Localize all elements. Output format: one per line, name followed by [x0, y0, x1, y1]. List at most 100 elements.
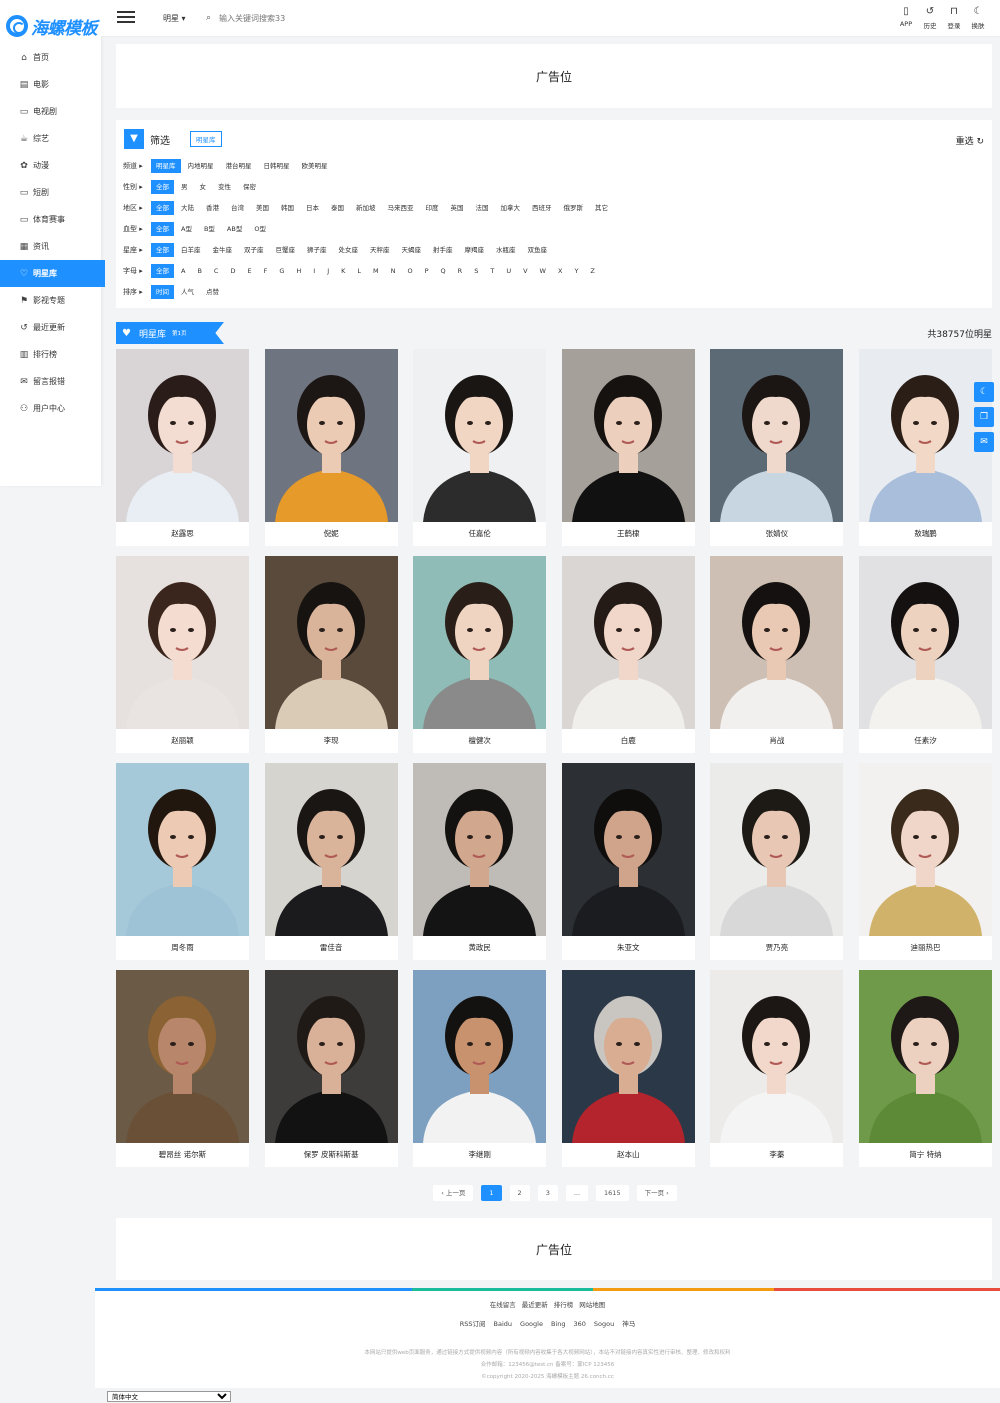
star-name[interactable]: 任嘉伦 — [413, 522, 546, 546]
star-card[interactable]: 敖瑞鹏 — [859, 349, 992, 546]
star-photo[interactable] — [710, 556, 844, 729]
star-photo[interactable] — [264, 970, 398, 1143]
filter-option[interactable]: 西班牙 — [527, 201, 557, 215]
star-card[interactable]: 黄政民 — [413, 763, 547, 960]
star-photo[interactable] — [413, 763, 547, 936]
filter-option[interactable]: 天秤座 — [365, 243, 395, 257]
star-card[interactable]: 赵丽颖 — [116, 556, 249, 753]
filter-option[interactable]: M — [368, 264, 384, 278]
filter-option[interactable]: AB型 — [222, 222, 247, 236]
filter-option[interactable]: 英国 — [446, 201, 469, 215]
star-name[interactable]: 雷佳音 — [265, 936, 398, 960]
star-name[interactable]: 赵本山 — [562, 1143, 695, 1167]
sidebar-item[interactable]: ▤ 电影 — [0, 71, 105, 98]
star-card[interactable]: 简宁 特纳 — [859, 970, 992, 1167]
star-photo[interactable] — [116, 970, 249, 1143]
star-name[interactable]: 黄政民 — [413, 936, 546, 960]
sidebar-item[interactable]: ▦ 资讯 — [0, 233, 105, 260]
prev-page-button[interactable]: ‹ 上一页 — [433, 1185, 474, 1201]
filter-option[interactable]: 法国 — [471, 201, 494, 215]
star-photo[interactable] — [264, 556, 398, 729]
filter-option[interactable]: 全部 — [151, 264, 174, 278]
filter-option[interactable]: B — [192, 264, 206, 278]
star-photo[interactable] — [561, 556, 695, 729]
footer-link[interactable]: 网站地图 — [579, 1301, 605, 1309]
star-name[interactable]: 白鹿 — [562, 729, 695, 753]
page-number-button[interactable]: 1 — [481, 1185, 502, 1201]
sidebar-item[interactable]: ▭ 短剧 — [0, 179, 105, 206]
filter-option[interactable]: O — [403, 264, 418, 278]
footer-rss-link[interactable]: Google — [520, 1320, 543, 1328]
filter-option[interactable]: 摩羯座 — [460, 243, 490, 257]
star-card[interactable]: 碧昂丝 诺尔斯 — [116, 970, 249, 1167]
star-name[interactable]: 简宁 特纳 — [859, 1143, 992, 1167]
sidebar-item[interactable]: ✿ 动漫 — [0, 152, 105, 179]
filter-option[interactable]: O型 — [249, 222, 271, 236]
filter-option[interactable]: 香港 — [201, 201, 224, 215]
filter-option[interactable]: 全部 — [151, 201, 174, 215]
star-card[interactable]: 雷佳音 — [264, 763, 398, 960]
star-name[interactable]: 周冬雨 — [116, 936, 249, 960]
filter-option[interactable]: S — [469, 264, 483, 278]
star-name[interactable]: 赵丽颖 — [116, 729, 249, 753]
filter-option[interactable]: 美国 — [251, 201, 274, 215]
sidebar-item[interactable]: ⌂ 首页 — [0, 44, 105, 71]
footer-rss-link[interactable]: 360 — [573, 1320, 585, 1328]
star-name[interactable]: 贾乃亮 — [710, 936, 843, 960]
filter-option[interactable]: 射手座 — [428, 243, 458, 257]
star-card[interactable]: 任素汐 — [859, 556, 992, 753]
sidebar-item[interactable]: ✉ 留言报错 — [0, 368, 105, 395]
footer-rss-link[interactable]: Bing — [551, 1320, 566, 1328]
filter-option[interactable]: B型 — [199, 222, 220, 236]
star-name[interactable]: 王鹤棣 — [562, 522, 695, 546]
filter-option[interactable]: 泰国 — [326, 201, 349, 215]
star-name[interactable]: 李蓁 — [710, 1143, 843, 1167]
star-photo[interactable] — [116, 556, 249, 729]
filter-option[interactable]: 狮子座 — [302, 243, 332, 257]
page-number-button[interactable]: 1615 — [596, 1185, 629, 1201]
star-photo[interactable] — [264, 349, 398, 522]
moon-icon[interactable]: ☾ — [974, 382, 994, 402]
sidebar-item[interactable]: ⚑ 影视专题 — [0, 287, 105, 314]
filter-option[interactable]: 其它 — [590, 201, 613, 215]
star-name[interactable]: 保罗 皮斯科斯基 — [265, 1143, 398, 1167]
filter-option[interactable]: 全部 — [151, 180, 174, 194]
copy-icon[interactable]: ❐ — [974, 407, 994, 427]
filter-option[interactable]: Y — [569, 264, 583, 278]
filter-option[interactable]: 大陆 — [176, 201, 199, 215]
sidebar-item[interactable]: ▥ 排行榜 — [0, 341, 105, 368]
star-photo[interactable] — [859, 763, 992, 936]
filter-option[interactable]: 双鱼座 — [523, 243, 553, 257]
filter-option[interactable]: 欧美明星 — [297, 159, 333, 173]
star-photo[interactable] — [264, 763, 398, 936]
star-photo[interactable] — [859, 970, 992, 1143]
star-name[interactable]: 李现 — [265, 729, 398, 753]
page-number-button[interactable]: ... — [565, 1185, 589, 1201]
category-dropdown[interactable]: 明星 ▾ — [163, 13, 186, 24]
star-photo[interactable] — [561, 763, 695, 936]
filter-option[interactable]: N — [386, 264, 401, 278]
star-card[interactable]: 白鹿 — [561, 556, 695, 753]
star-photo[interactable] — [413, 349, 547, 522]
filter-option[interactable]: 双子座 — [239, 243, 269, 257]
filter-option[interactable]: Z — [585, 264, 599, 278]
filter-option[interactable]: E — [242, 264, 256, 278]
filter-option[interactable]: G — [274, 264, 289, 278]
star-card[interactable]: 倪妮 — [264, 349, 398, 546]
filter-option[interactable]: 新加坡 — [351, 201, 381, 215]
filter-option[interactable]: H — [291, 264, 306, 278]
filter-option[interactable]: D — [225, 264, 240, 278]
filter-option[interactable]: J — [322, 264, 334, 278]
ad-banner-bottom[interactable]: 广告位 — [116, 1218, 992, 1280]
star-card[interactable]: 朱亚文 — [561, 763, 695, 960]
filter-option[interactable]: 时间 — [151, 285, 174, 299]
sidebar-item[interactable]: ▭ 体育赛事 — [0, 206, 105, 233]
star-photo[interactable] — [413, 970, 547, 1143]
filter-option[interactable]: 韩国 — [276, 201, 299, 215]
star-photo[interactable] — [710, 763, 844, 936]
star-card[interactable]: 檀健次 — [413, 556, 547, 753]
footer-rss-link[interactable]: Sogou — [594, 1320, 614, 1328]
filter-option[interactable]: 加拿大 — [496, 201, 526, 215]
footer-link[interactable]: 排行榜 — [554, 1301, 574, 1309]
search-input[interactable] — [219, 13, 470, 23]
